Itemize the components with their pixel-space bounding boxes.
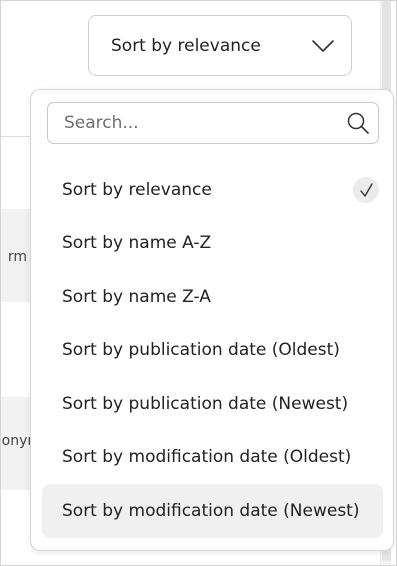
sort-option-label: Sort by relevance: [62, 179, 212, 200]
sort-option[interactable]: Sort by name Z-A: [42, 270, 383, 324]
sort-select[interactable]: Sort by relevance: [88, 15, 352, 76]
sort-option[interactable]: Sort by modification date (Newest): [42, 484, 383, 538]
sort-option[interactable]: Sort by modification date (Oldest): [42, 431, 383, 485]
sort-option-label: Sort by modification date (Oldest): [62, 447, 352, 468]
sort-dropdown: Sort by relevance Sort by name A-Z Sort …: [30, 89, 394, 551]
sort-option[interactable]: Sort by name A-Z: [42, 217, 383, 271]
checkmark-icon: [353, 176, 379, 203]
sort-option-label: Sort by modification date (Newest): [62, 500, 360, 521]
sort-option-label: Sort by publication date (Oldest): [62, 340, 340, 361]
app-frame: rm A onym Sort by relevance Sort by rele…: [0, 0, 397, 566]
sort-option-label: Sort by name A-Z: [62, 233, 212, 254]
search-field: [47, 102, 379, 144]
sort-option-label: Sort by name Z-A: [62, 286, 211, 307]
chevron-down-icon: [312, 40, 334, 52]
sort-select-value: Sort by relevance: [111, 36, 261, 56]
sort-option[interactable]: Sort by relevance: [42, 163, 383, 217]
sort-option[interactable]: Sort by publication date (Oldest): [42, 324, 383, 378]
search-icon[interactable]: [346, 111, 370, 135]
search-input[interactable]: [48, 103, 328, 143]
sort-option-label: Sort by publication date (Newest): [62, 393, 349, 414]
sort-options-list: Sort by relevance Sort by name A-Z Sort …: [31, 163, 393, 538]
sort-option[interactable]: Sort by publication date (Newest): [42, 377, 383, 431]
